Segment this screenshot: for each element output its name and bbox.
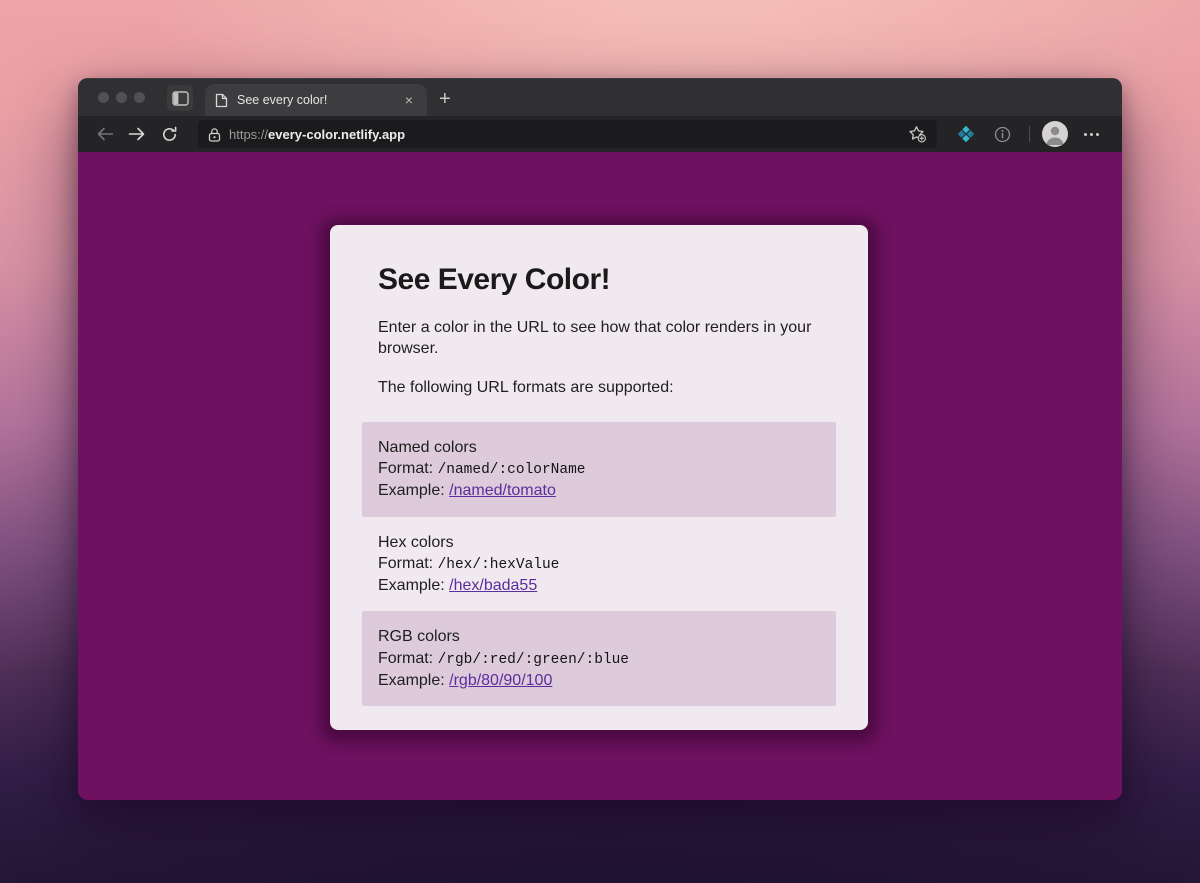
format-item-named: Named colors Format: /named/:colorName E… [362,422,836,517]
format-item-name: Hex colors [378,532,820,553]
tab-strip: See every color! × + [78,78,1122,116]
example-line: Example: /named/tomato [378,480,820,501]
new-tab-button[interactable]: + [439,89,451,109]
tab-close-icon[interactable]: × [401,91,417,109]
content-card: See Every Color! Enter a color in the UR… [330,225,868,730]
info-icon[interactable] [987,121,1017,147]
person-icon [1042,121,1068,147]
format-item-name: Named colors [378,437,820,458]
add-favorite-icon[interactable] [908,125,927,143]
close-window-button[interactable] [98,92,109,103]
format-label: Format: [378,555,438,572]
minimize-window-button[interactable] [116,92,127,103]
navigation-toolbar: https:// every-color.netlify.app [78,116,1122,152]
example-label: Example: [378,482,449,499]
more-menu-icon[interactable] [1074,133,1108,136]
page-icon [215,93,228,108]
browser-window: See every color! × + [78,78,1122,800]
format-list: Named colors Format: /named/:colorName E… [362,422,836,706]
format-code: /hex/:hexValue [438,557,560,573]
url-scheme: https:// [229,127,268,142]
lead-paragraph: The following URL formats are supported: [378,377,820,398]
example-link-hex-bada55[interactable]: /hex/bada55 [449,577,537,594]
format-item-hex: Hex colors Format: /hex/:hexValue Exampl… [362,517,836,612]
example-line: Example: /rgb/80/90/100 [378,670,820,691]
info-circle-icon [994,126,1011,143]
format-line: Format: /rgb/:red/:green/:blue [378,648,820,670]
format-item-name: RGB colors [378,626,820,647]
vertical-tabs-button[interactable] [167,85,193,111]
zoom-window-button[interactable] [134,92,145,103]
tab-title: See every color! [237,93,401,107]
format-line: Format: /named/:colorName [378,458,820,480]
back-arrow-icon [96,127,114,141]
intro-paragraph: Enter a color in the URL to see how that… [378,317,820,360]
forward-button[interactable] [124,121,150,147]
teal-diamond-icon [957,125,975,143]
page-viewport: See Every Color! Enter a color in the UR… [78,152,1122,800]
format-code: /rgb/:red/:green/:blue [438,652,629,668]
url-host: every-color.netlify.app [268,127,405,142]
example-line: Example: /hex/bada55 [378,575,820,596]
format-code: /named/:colorName [438,462,586,478]
example-label: Example: [378,672,449,689]
reload-button[interactable] [156,121,182,147]
tab-see-every-color[interactable]: See every color! × [205,84,427,116]
lock-icon [208,127,221,142]
example-link-named-tomato[interactable]: /named/tomato [449,482,556,499]
window-controls [98,78,145,116]
example-label: Example: [378,577,449,594]
forward-arrow-icon [128,127,146,141]
back-button[interactable] [92,121,118,147]
profile-avatar[interactable] [1042,121,1068,147]
reload-icon [161,126,178,143]
page-title: See Every Color! [378,263,820,297]
format-label: Format: [378,650,438,667]
extension-icon[interactable] [951,121,981,147]
vertical-tabs-icon [172,91,189,106]
format-label: Format: [378,460,438,477]
format-line: Format: /hex/:hexValue [378,553,820,575]
example-link-rgb-80-90-100[interactable]: /rgb/80/90/100 [449,672,552,689]
desktop-background: See every color! × + [0,0,1200,883]
format-item-rgb: RGB colors Format: /rgb/:red/:green/:blu… [362,611,836,706]
address-bar[interactable]: https:// every-color.netlify.app [198,120,937,148]
toolbar-divider [1029,126,1030,142]
